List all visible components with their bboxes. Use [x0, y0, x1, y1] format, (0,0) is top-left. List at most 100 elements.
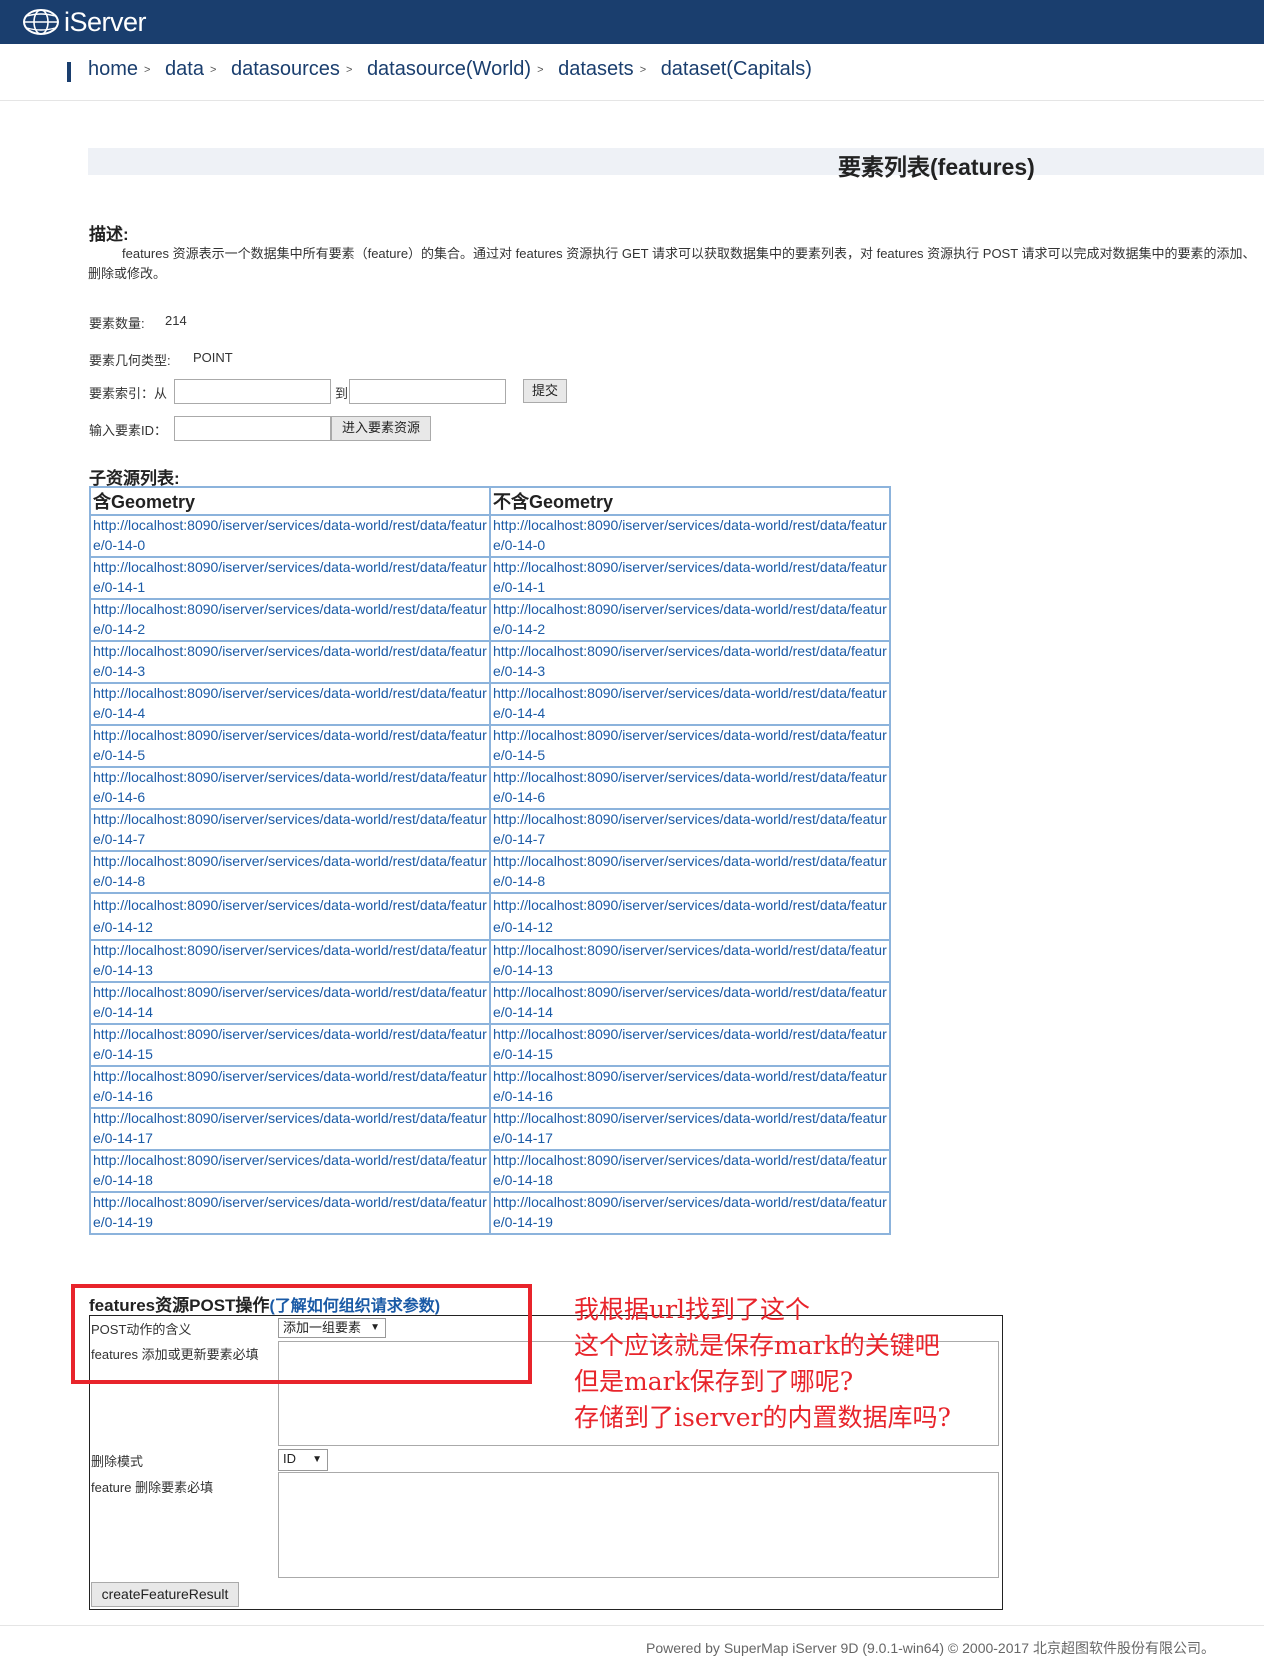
table-row: http://localhost:8090/iserver/services/d…: [89, 766, 891, 810]
feature-link-without-geometry[interactable]: http://localhost:8090/iserver/services/d…: [493, 897, 887, 935]
feature-link-with-geometry[interactable]: http://localhost:8090/iserver/services/d…: [93, 1152, 487, 1188]
footer-text: Powered by SuperMap iServer 9D (9.0.1-wi…: [646, 1640, 1215, 1656]
feature-delete-textarea[interactable]: [278, 1472, 999, 1578]
table-row: http://localhost:8090/iserver/services/d…: [89, 1107, 891, 1151]
breadcrumb-datasource[interactable]: datasource(World): [367, 58, 531, 80]
feature-delete-label: feature 删除要素必填: [91, 1480, 214, 1495]
feature-link-without-geometry[interactable]: http://localhost:8090/iserver/services/d…: [493, 1026, 887, 1062]
feature-link-without-geometry[interactable]: http://localhost:8090/iserver/services/d…: [493, 984, 887, 1020]
breadcrumb-separator-icon: >: [209, 63, 217, 76]
breadcrumb-dataset[interactable]: dataset(Capitals): [661, 58, 812, 80]
geometry-type-label: 要素几何类型:: [89, 353, 171, 368]
title-bar: [88, 148, 1264, 175]
feature-count-value: 214: [165, 313, 187, 328]
feature-count-label: 要素数量:: [89, 316, 145, 331]
description-heading: 描述:: [89, 225, 129, 244]
geometry-type-value: POINT: [193, 350, 233, 365]
table-row: http://localhost:8090/iserver/services/d…: [89, 981, 891, 1025]
breadcrumb-datasets[interactable]: datasets: [558, 58, 634, 80]
feature-link-without-geometry[interactable]: http://localhost:8090/iserver/services/d…: [493, 601, 887, 637]
feature-link-with-geometry[interactable]: http://localhost:8090/iserver/services/d…: [93, 853, 487, 889]
column-header-without-geometry: 不含Geometry: [489, 486, 891, 516]
table-row: http://localhost:8090/iserver/services/d…: [89, 598, 891, 642]
logo-text: iServer: [64, 6, 147, 37]
feature-link-without-geometry[interactable]: http://localhost:8090/iserver/services/d…: [493, 559, 887, 595]
delete-mode-value: ID: [283, 1451, 296, 1466]
feature-link-with-geometry[interactable]: http://localhost:8090/iserver/services/d…: [93, 769, 487, 805]
feature-link-with-geometry[interactable]: http://localhost:8090/iserver/services/d…: [93, 517, 487, 553]
breadcrumb-separator-icon: >: [144, 63, 151, 76]
table-row: http://localhost:8090/iserver/services/d…: [89, 1149, 891, 1193]
feature-link-without-geometry[interactable]: http://localhost:8090/iserver/services/d…: [493, 1194, 887, 1230]
breadcrumb-separator-icon: >: [345, 63, 353, 76]
annotation-line: 但是mark保存到了哪呢?: [574, 1367, 854, 1396]
feature-link-with-geometry[interactable]: http://localhost:8090/iserver/services/d…: [93, 1026, 487, 1062]
create-feature-result-button[interactable]: createFeatureResult: [91, 1582, 239, 1607]
feature-link-without-geometry[interactable]: http://localhost:8090/iserver/services/d…: [493, 685, 887, 721]
table-header-row: 含Geometry 不含Geometry: [89, 486, 891, 516]
table-row: http://localhost:8090/iserver/services/d…: [89, 1065, 891, 1109]
index-to-label: 到: [335, 386, 349, 401]
feature-link-with-geometry[interactable]: http://localhost:8090/iserver/services/d…: [93, 984, 487, 1020]
feature-link-with-geometry[interactable]: http://localhost:8090/iserver/services/d…: [93, 1068, 487, 1104]
breadcrumb-data[interactable]: data: [165, 58, 204, 80]
enter-feature-button[interactable]: 进入要素资源: [331, 416, 431, 441]
table-row: http://localhost:8090/iserver/services/d…: [89, 1023, 891, 1067]
breadcrumb: home > data > datasources > datasource(Worl…: [88, 58, 812, 81]
submit-index-button[interactable]: 提交: [523, 379, 567, 403]
breadcrumb-marker: [67, 62, 71, 82]
feature-link-without-geometry[interactable]: http://localhost:8090/iserver/services/d…: [493, 769, 887, 805]
table-row: http://localhost:8090/iserver/services/d…: [89, 1191, 891, 1235]
globe-icon: [23, 9, 59, 35]
subresource-table: 含Geometry 不含Geometry http://localhost:80…: [89, 486, 891, 1235]
table-row: http://localhost:8090/iserver/services/d…: [89, 724, 891, 768]
feature-link-with-geometry[interactable]: http://localhost:8090/iserver/services/d…: [93, 643, 487, 679]
feature-link-without-geometry[interactable]: http://localhost:8090/iserver/services/d…: [493, 727, 887, 763]
table-row: http://localhost:8090/iserver/services/d…: [89, 892, 891, 941]
logo[interactable]: iServer: [22, 6, 147, 38]
table-row: http://localhost:8090/iserver/services/d…: [89, 850, 891, 894]
feature-link-without-geometry[interactable]: http://localhost:8090/iserver/services/d…: [493, 1110, 887, 1146]
annotation-note: 我根据url找到了这个 这个应该就是保存mark的关键吧 但是mark保存到了哪…: [574, 1292, 951, 1436]
feature-link-with-geometry[interactable]: http://localhost:8090/iserver/services/d…: [93, 685, 487, 721]
table-row: http://localhost:8090/iserver/services/d…: [89, 556, 891, 600]
table-row: http://localhost:8090/iserver/services/d…: [89, 514, 891, 558]
top-header-bar: iServer: [0, 0, 1264, 44]
breadcrumb-datasources[interactable]: datasources: [231, 58, 340, 80]
feature-link-without-geometry[interactable]: http://localhost:8090/iserver/services/d…: [493, 811, 887, 847]
annotation-highlight-frame: [71, 1284, 532, 1384]
feature-link-without-geometry[interactable]: http://localhost:8090/iserver/services/d…: [493, 942, 887, 978]
feature-id-input[interactable]: [174, 416, 331, 441]
feature-link-with-geometry[interactable]: http://localhost:8090/iserver/services/d…: [93, 1194, 487, 1230]
feature-link-without-geometry[interactable]: http://localhost:8090/iserver/services/d…: [493, 517, 887, 553]
feature-link-with-geometry[interactable]: http://localhost:8090/iserver/services/d…: [93, 897, 487, 935]
table-row: http://localhost:8090/iserver/services/d…: [89, 640, 891, 684]
annotation-line: 存储到了iserver的内置数据库吗?: [574, 1403, 951, 1432]
feature-link-without-geometry[interactable]: http://localhost:8090/iserver/services/d…: [493, 1152, 887, 1188]
feature-link-without-geometry[interactable]: http://localhost:8090/iserver/services/d…: [493, 1068, 887, 1104]
annotation-line: 我根据url找到了这个: [574, 1295, 811, 1324]
index-from-input[interactable]: [174, 379, 331, 404]
table-row: http://localhost:8090/iserver/services/d…: [89, 682, 891, 726]
feature-link-with-geometry[interactable]: http://localhost:8090/iserver/services/d…: [93, 727, 487, 763]
table-row: http://localhost:8090/iserver/services/d…: [89, 808, 891, 852]
breadcrumb-home[interactable]: home: [88, 58, 138, 80]
breadcrumb-separator-icon: >: [639, 63, 647, 76]
feature-id-label: 输入要素ID：: [89, 423, 168, 438]
description-text: features 资源表示一个数据集中所有要素（feature）的集合。通过对 …: [88, 246, 1256, 281]
index-to-input[interactable]: [349, 379, 506, 404]
feature-link-with-geometry[interactable]: http://localhost:8090/iserver/services/d…: [93, 601, 487, 637]
feature-link-with-geometry[interactable]: http://localhost:8090/iserver/services/d…: [93, 1110, 487, 1146]
feature-link-with-geometry[interactable]: http://localhost:8090/iserver/services/d…: [93, 811, 487, 847]
column-header-with-geometry: 含Geometry: [89, 486, 491, 516]
delete-mode-select[interactable]: ID ▼: [278, 1449, 328, 1471]
table-row: http://localhost:8090/iserver/services/d…: [89, 939, 891, 983]
feature-link-with-geometry[interactable]: http://localhost:8090/iserver/services/d…: [93, 559, 487, 595]
chevron-down-icon: ▼: [312, 1454, 322, 1465]
feature-link-with-geometry[interactable]: http://localhost:8090/iserver/services/d…: [93, 942, 487, 978]
feature-index-label: 要素索引：从: [89, 386, 168, 401]
feature-link-without-geometry[interactable]: http://localhost:8090/iserver/services/d…: [493, 643, 887, 679]
annotation-line: 这个应该就是保存mark的关键吧: [574, 1331, 940, 1360]
page-title: 要素列表(features): [838, 154, 1035, 180]
feature-link-without-geometry[interactable]: http://localhost:8090/iserver/services/d…: [493, 853, 887, 889]
